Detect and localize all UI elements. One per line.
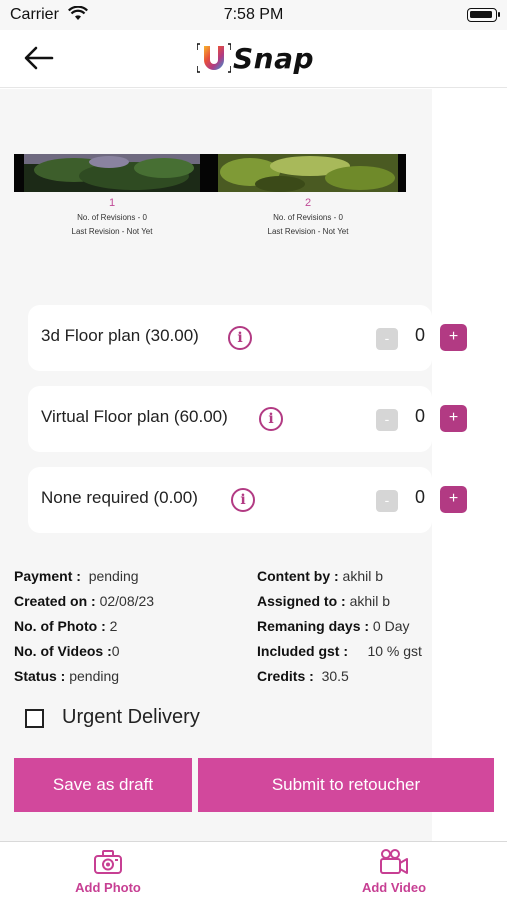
detail-assigned-to: Assigned to : akhil b bbox=[257, 593, 390, 609]
detail-key: Content by : bbox=[257, 568, 339, 584]
detail-value: akhil b bbox=[342, 568, 384, 584]
urgent-delivery-label[interactable]: Urgent Delivery bbox=[62, 706, 200, 729]
detail-key: No. of Photo : bbox=[14, 618, 106, 634]
content-gutter bbox=[432, 89, 507, 841]
detail-value: pending bbox=[69, 668, 120, 684]
bottom-tab-bar: Add Photo Add Video bbox=[0, 841, 507, 900]
detail-credits: Credits : 30.5 bbox=[257, 668, 349, 684]
detail-video-count: No. of Videos :0 bbox=[14, 643, 120, 659]
info-icon[interactable]: i bbox=[231, 488, 255, 512]
service-label: Virtual Floor plan (60.00) bbox=[41, 407, 228, 426]
add-photo-tab[interactable]: Add Photo bbox=[38, 848, 178, 895]
increment-button[interactable]: + bbox=[440, 324, 467, 351]
photo-number: 2 bbox=[304, 197, 312, 209]
urgent-delivery-checkbox[interactable] bbox=[25, 709, 44, 728]
back-button[interactable] bbox=[22, 44, 58, 72]
info-icon[interactable]: i bbox=[259, 407, 283, 431]
photo-thumbnail-1[interactable] bbox=[14, 154, 210, 192]
quantity-value: 0 bbox=[414, 406, 425, 426]
increment-button[interactable]: + bbox=[440, 486, 467, 513]
detail-key: Status : bbox=[14, 668, 66, 684]
quantity-value: 0 bbox=[414, 487, 425, 507]
add-photo-label: Add Photo bbox=[75, 880, 141, 895]
detail-key: Credits : bbox=[257, 668, 314, 684]
detail-value: 0 bbox=[111, 643, 120, 659]
detail-value: 2 bbox=[109, 618, 118, 634]
detail-photo-count: No. of Photo : 2 bbox=[14, 618, 117, 634]
service-label: 3d Floor plan (30.00) bbox=[41, 326, 199, 345]
photo-thumbnail-2[interactable] bbox=[210, 154, 406, 192]
detail-key: Payment : bbox=[14, 568, 81, 584]
quantity-value: 0 bbox=[414, 325, 425, 345]
detail-payment: Payment : pending bbox=[14, 568, 139, 584]
photo-2-image bbox=[210, 154, 406, 192]
arrow-left-icon bbox=[24, 46, 54, 70]
add-video-label: Add Video bbox=[361, 880, 427, 895]
nav-bar: Snap bbox=[0, 30, 507, 88]
detail-value: 0 Day bbox=[372, 618, 410, 634]
logo-text: Snap bbox=[233, 41, 315, 75]
save-draft-button[interactable]: Save as draft bbox=[14, 758, 192, 812]
service-card-virtual-floor-plan: Virtual Floor plan (60.00) i - 0 bbox=[28, 386, 432, 452]
submit-to-retoucher-button[interactable]: Submit to retoucher bbox=[198, 758, 494, 812]
detail-key: No. of Videos : bbox=[14, 643, 112, 659]
photo-revisions: No. of Revisions - 0 bbox=[273, 213, 343, 222]
detail-value: pending bbox=[88, 568, 139, 584]
detail-status: Status : pending bbox=[14, 668, 119, 684]
video-camera-icon bbox=[380, 849, 408, 874]
photo-last-revision: Last Revision - Not Yet bbox=[71, 227, 153, 236]
photo-1-image bbox=[14, 154, 210, 192]
photo-number: 1 bbox=[108, 197, 116, 209]
photo-last-revision: Last Revision - Not Yet bbox=[267, 227, 349, 236]
clock: 7:58 PM bbox=[223, 6, 284, 23]
increment-button[interactable]: + bbox=[440, 405, 467, 432]
service-card-3d-floor-plan: 3d Floor plan (30.00) i - 0 bbox=[28, 305, 432, 371]
detail-key: Included gst : bbox=[257, 643, 348, 659]
camera-icon bbox=[94, 850, 122, 874]
add-video-tab[interactable]: Add Video bbox=[324, 848, 464, 895]
battery-icon bbox=[467, 8, 500, 22]
status-bar: Carrier 7:58 PM bbox=[0, 0, 507, 30]
detail-key: Remaning days : bbox=[257, 618, 370, 634]
detail-included-gst: Included gst : 10 % gst bbox=[257, 643, 422, 659]
detail-remaining-days: Remaning days : 0 Day bbox=[257, 618, 410, 634]
decrement-button[interactable]: - bbox=[376, 490, 398, 512]
detail-created-on: Created on : 02/08/23 bbox=[14, 593, 154, 609]
detail-key: Assigned to : bbox=[257, 593, 346, 609]
detail-value: 30.5 bbox=[321, 668, 349, 684]
decrement-button[interactable]: - bbox=[376, 409, 398, 431]
detail-value: 10 % gst bbox=[367, 643, 422, 659]
service-label: None required (0.00) bbox=[41, 488, 198, 507]
info-icon[interactable]: i bbox=[228, 326, 252, 350]
detail-content-by: Content by : akhil b bbox=[257, 568, 383, 584]
service-card-none-required: None required (0.00) i - 0 bbox=[28, 467, 432, 533]
detail-key: Created on : bbox=[14, 593, 96, 609]
detail-value: akhil b bbox=[349, 593, 391, 609]
detail-value: 02/08/23 bbox=[99, 593, 155, 609]
photo-revisions: No. of Revisions - 0 bbox=[77, 213, 147, 222]
logo-u-mark bbox=[197, 43, 231, 73]
app-logo: Snap bbox=[197, 38, 314, 78]
decrement-button[interactable]: - bbox=[376, 328, 398, 350]
